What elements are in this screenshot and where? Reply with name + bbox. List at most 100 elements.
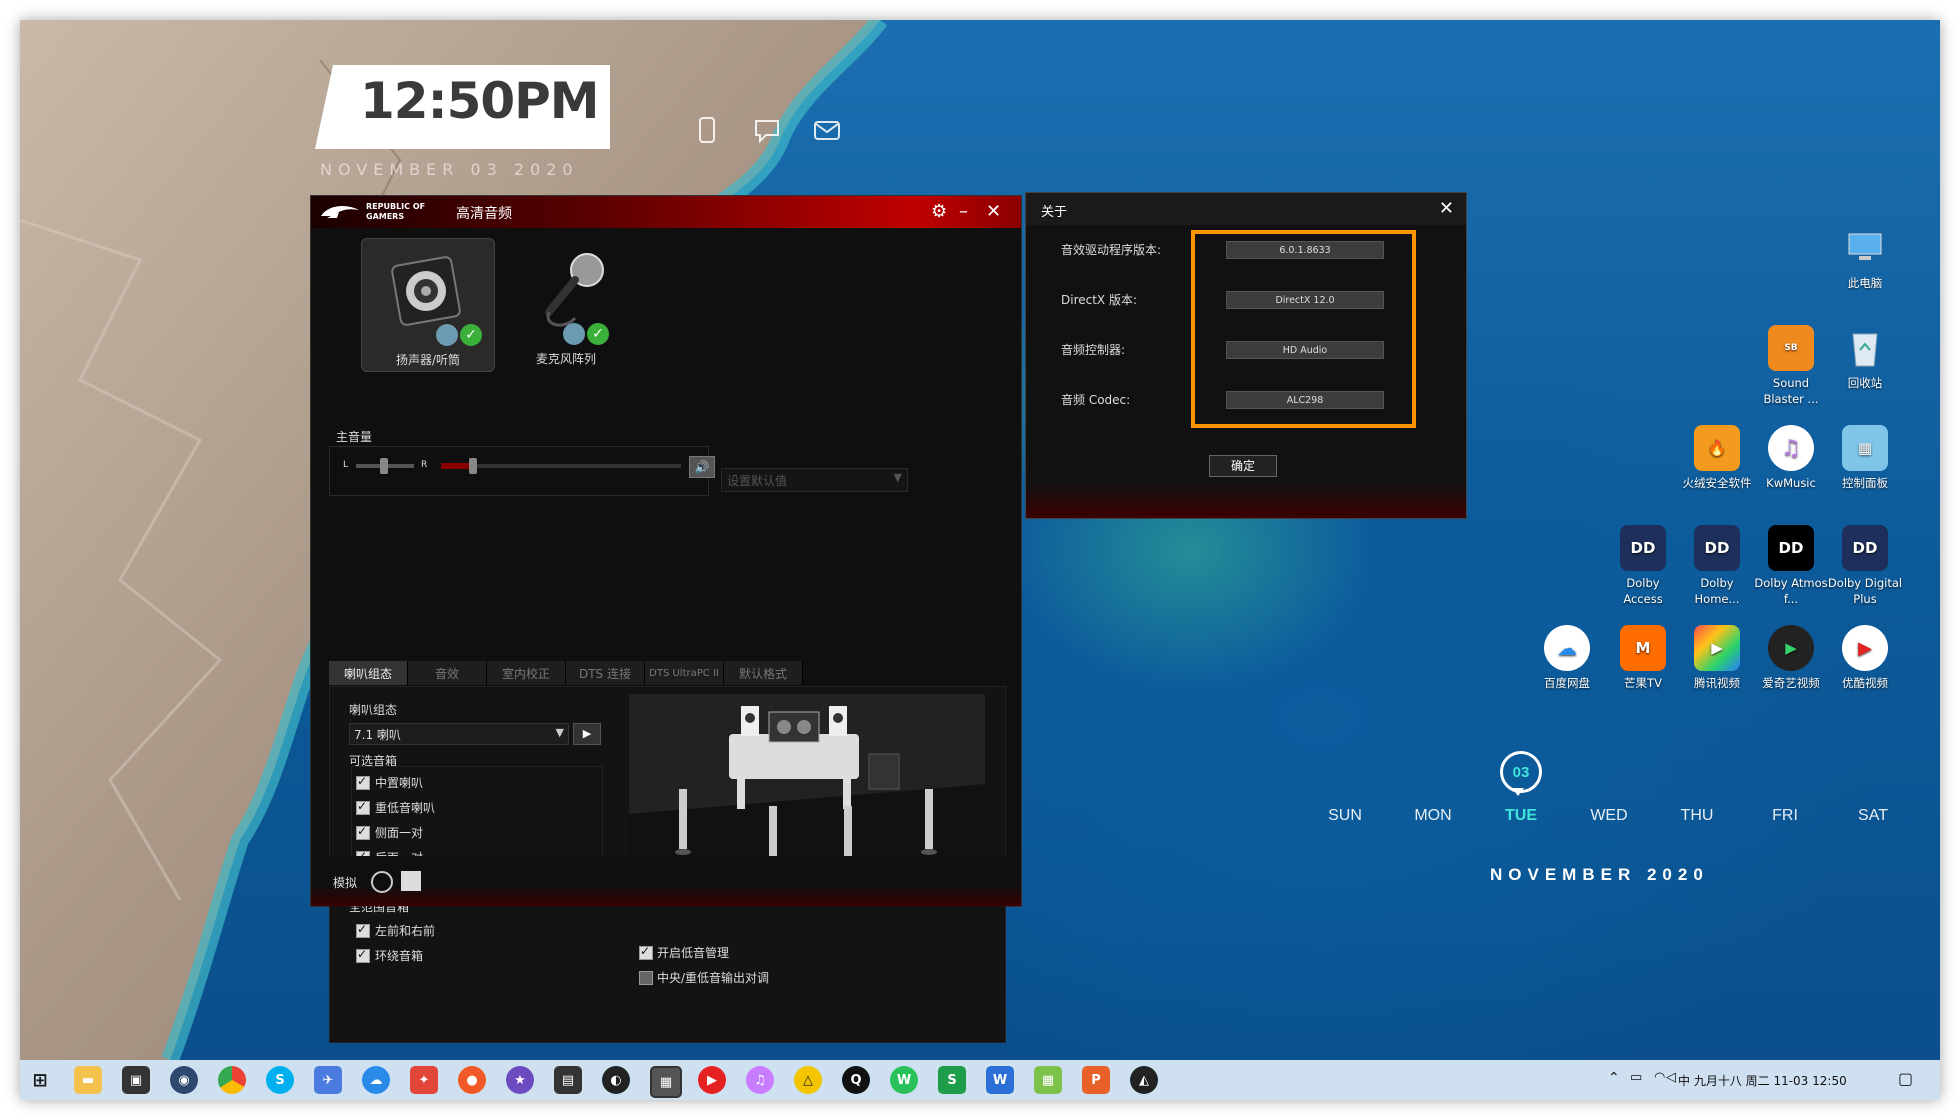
checkbox-surround[interactable]: [356, 947, 370, 963]
close-icon[interactable]: ✕: [986, 201, 1001, 222]
desktop-icon-iqiyi[interactable]: ▶ 爱奇艺视频: [1753, 625, 1829, 691]
desktop-icon-sound-blaster[interactable]: SB Sound Blaster ...: [1753, 325, 1829, 407]
volume-slider[interactable]: [441, 464, 681, 468]
app-icon[interactable]: ✦: [410, 1066, 438, 1094]
start-icon[interactable]: ⊞: [26, 1066, 54, 1094]
desktop-icon-recycle-bin[interactable]: 回收站: [1827, 325, 1903, 391]
iqiyi-icon: ▶: [1768, 625, 1814, 671]
desktop-icon-dolby-home[interactable]: DD Dolby Home...: [1679, 525, 1755, 607]
dolby-icon: DD: [1768, 525, 1814, 571]
desktop-icon-dolby-digital-plus[interactable]: DD Dolby Digital Plus: [1827, 525, 1903, 607]
youku-icon: ▶: [1842, 625, 1888, 671]
music-icon[interactable]: ♫: [746, 1066, 774, 1094]
device-microphone[interactable]: ✓ 麦克风阵列: [511, 238, 643, 370]
powerpoint-icon[interactable]: P: [1082, 1066, 1110, 1094]
desktop-icon-dolby-atmos[interactable]: DD Dolby Atmos f...: [1753, 525, 1829, 607]
battery-icon[interactable]: ▭: [1630, 1070, 1642, 1085]
desktop-icon-mango-tv[interactable]: M 芒果TV: [1605, 625, 1681, 691]
wifi-icon[interactable]: ◠: [1654, 1070, 1665, 1085]
taskbar: ⊞ ▬ ▣ ◉ S ✈ ☁ ✦ ● ★ ▤ ◐ ▦ ▶ ♫ △ Q W S W …: [20, 1060, 1940, 1100]
cloud-icon[interactable]: ☁: [362, 1066, 390, 1094]
wechat-icon[interactable]: W: [890, 1066, 918, 1094]
rog-title-bar[interactable]: REPUBLIC OF GAMERS 高清音频 ⚙ – ✕: [311, 196, 1021, 228]
desktop-icon-tencent-video[interactable]: ▶ 腾讯视频: [1679, 625, 1755, 691]
app-icon[interactable]: ◐: [602, 1066, 630, 1094]
desktop-icon-control-panel[interactable]: ▦ 控制面板: [1827, 425, 1903, 491]
app-icon[interactable]: ◭: [1130, 1066, 1158, 1094]
chat-icon[interactable]: [752, 115, 782, 145]
feather-icon[interactable]: ✈: [314, 1066, 342, 1094]
device-speaker[interactable]: ✓ 扬声器/听筒: [361, 238, 495, 372]
checkbox-subwoofer[interactable]: [356, 799, 370, 815]
checkbox-front-lr-label: 左前和右前: [375, 924, 436, 938]
app-icon[interactable]: △: [794, 1066, 822, 1094]
analog-square-icon[interactable]: [401, 871, 421, 891]
checkbox-side-pair[interactable]: [356, 824, 370, 840]
chevron-down-icon: ▼: [555, 726, 564, 739]
app-icon[interactable]: ▦: [650, 1066, 682, 1098]
chrome-icon[interactable]: [218, 1066, 246, 1094]
speaker-mute-icon[interactable]: 🔊: [689, 456, 715, 478]
tencent-video-icon: ▶: [1694, 625, 1740, 671]
app-icon[interactable]: ●: [458, 1066, 486, 1094]
store-icon[interactable]: ▣: [122, 1066, 150, 1094]
checkbox-center-sub-swap[interactable]: [639, 971, 653, 985]
app-icon[interactable]: ▦: [1034, 1066, 1062, 1094]
app-icon[interactable]: ◉: [170, 1066, 198, 1094]
balance-left-label: L: [343, 460, 349, 470]
checkbox-center[interactable]: [356, 774, 370, 790]
balance-slider-handle[interactable]: [380, 458, 388, 474]
tab-effects[interactable]: 音效: [408, 661, 487, 685]
tab-speaker-config[interactable]: 喇叭组态: [329, 661, 408, 685]
ok-button[interactable]: 确定: [1209, 455, 1277, 477]
desktop-icon-dolby-access[interactable]: DD Dolby Access: [1605, 525, 1681, 607]
speaker-icon: [391, 256, 461, 326]
qq-icon[interactable]: Q: [842, 1066, 870, 1094]
desktop-icon-huorong[interactable]: 🔥 火绒安全软件: [1679, 425, 1755, 491]
volume-slider-handle[interactable]: [469, 458, 477, 474]
tray-clock[interactable]: 中 九月十八 周二 11-03 12:50: [1678, 1072, 1847, 1089]
analog-ring-icon[interactable]: [371, 871, 393, 893]
driver-version-label: 音效驱动程序版本:: [1061, 243, 1162, 257]
tab-dts-ultrapc[interactable]: DTS UltraPC II: [645, 661, 724, 685]
speaker-config-value: 7.1 喇叭: [354, 728, 401, 742]
chevron-up-icon[interactable]: ⌃: [1608, 1070, 1620, 1086]
about-title-bar[interactable]: 关于 ✕: [1026, 193, 1466, 225]
speaker-config-select[interactable]: 7.1 喇叭 ▼: [349, 723, 569, 745]
kwmusic-icon: ♫: [1768, 425, 1814, 471]
app-icon[interactable]: ▤: [554, 1066, 582, 1094]
gear-icon[interactable]: ⚙: [931, 201, 947, 222]
speaker-config-label: 喇叭组态: [349, 703, 398, 717]
mango-tv-icon: M: [1620, 625, 1666, 671]
recycle-bin-icon: [1842, 325, 1888, 371]
file-explorer-icon[interactable]: ▬: [74, 1066, 102, 1094]
tab-room-correction[interactable]: 室内校正: [487, 661, 566, 685]
minimize-icon[interactable]: –: [959, 201, 968, 222]
dolby-icon: DD: [1842, 525, 1888, 571]
desktop-icon-label: 此电脑: [1847, 276, 1883, 290]
calendar-day-tue: TUE: [1505, 807, 1537, 824]
checkbox-center-label: 中置喇叭: [375, 776, 424, 790]
youtube-icon[interactable]: ▶: [698, 1066, 726, 1094]
skype-icon[interactable]: S: [266, 1066, 294, 1094]
word-icon[interactable]: W: [986, 1066, 1014, 1094]
desktop-icon-youku[interactable]: ▶ 优酷视频: [1827, 625, 1903, 691]
tab-dts-connect[interactable]: DTS 连接: [566, 661, 645, 685]
desktop-icon-kwmusic[interactable]: ♫ KwMusic: [1753, 425, 1829, 491]
notification-icon[interactable]: ▢: [1898, 1069, 1913, 1088]
excel-icon[interactable]: S: [938, 1066, 966, 1094]
phone-icon[interactable]: [692, 115, 722, 145]
checkbox-front-lr[interactable]: [356, 922, 370, 938]
desktop-icon-baidu-netdisk[interactable]: ☁ 百度网盘: [1529, 625, 1605, 691]
app-icon[interactable]: ★: [506, 1066, 534, 1094]
volume-icon[interactable]: ◁: [1666, 1070, 1676, 1085]
tab-default-format[interactable]: 默认格式: [724, 661, 803, 685]
set-default-dropdown[interactable]: 设置默认值 ▼: [721, 468, 908, 492]
close-icon[interactable]: ✕: [1439, 198, 1454, 219]
desktop-icon-this-pc[interactable]: 此电脑: [1827, 225, 1903, 291]
device-microphone-label: 麦克风阵列: [535, 352, 596, 366]
today-pointer-icon: [1512, 788, 1524, 796]
mail-icon[interactable]: [812, 115, 842, 145]
checkbox-bass-management[interactable]: [639, 944, 653, 960]
play-test-button[interactable]: ▶: [573, 723, 601, 745]
